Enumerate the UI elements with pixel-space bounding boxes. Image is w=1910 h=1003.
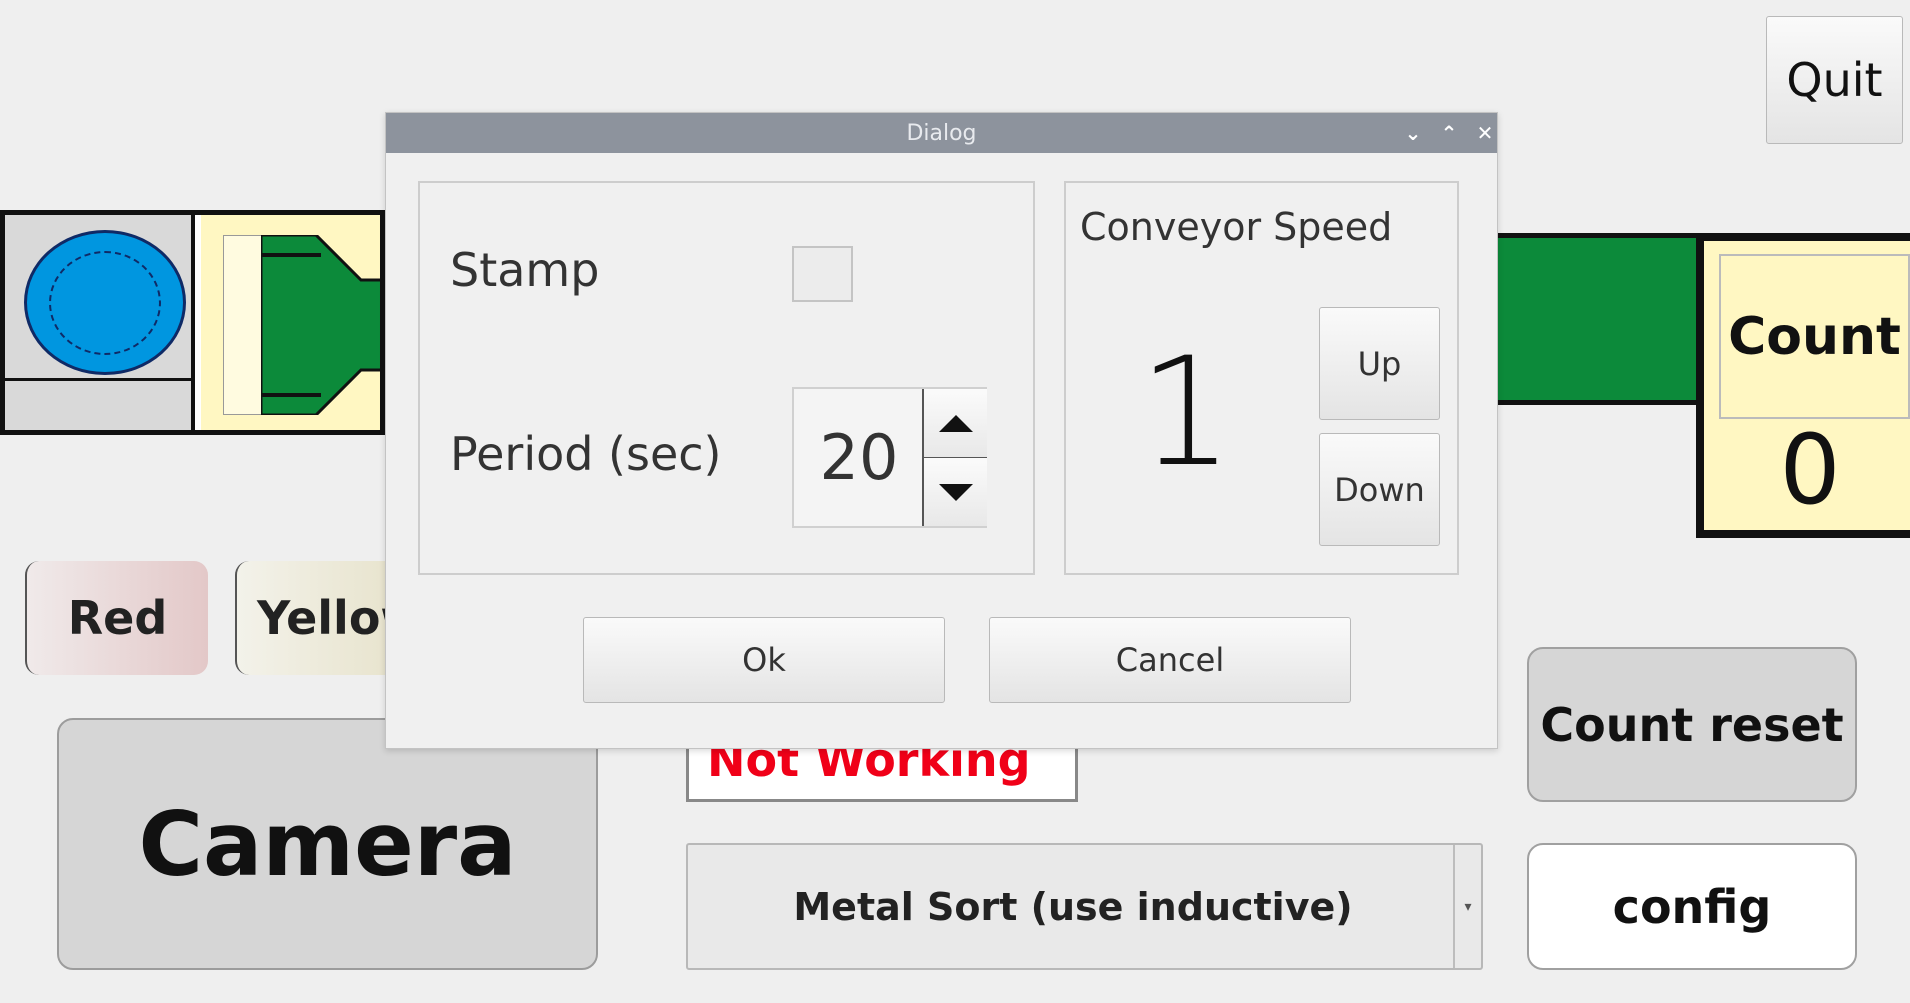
belt-entry — [201, 215, 380, 430]
dialog-titlebar[interactable]: Dialog — [386, 113, 1497, 153]
spin-down-button[interactable] — [922, 457, 987, 526]
conveyor-speed-value: 1 — [1138, 326, 1234, 500]
sensor-station — [5, 215, 195, 430]
arrow-up-icon — [938, 414, 973, 432]
dropdown-arrow-icon[interactable]: ▾ — [1453, 845, 1481, 968]
config-button[interactable]: config — [1527, 843, 1857, 970]
period-label: Period (sec) — [450, 427, 722, 481]
quit-button[interactable]: Quit — [1766, 16, 1903, 144]
period-value[interactable]: 20 — [794, 389, 924, 526]
conveyor-speed-title: Conveyor Speed — [1080, 205, 1393, 249]
stamp-label: Stamp — [450, 243, 600, 297]
camera-button[interactable]: Camera — [57, 718, 598, 970]
part-disc-icon — [24, 230, 186, 375]
speed-down-button[interactable]: Down — [1319, 433, 1440, 546]
part-disc-inner — [49, 251, 161, 355]
count-value: 0 — [1779, 414, 1841, 526]
sort-mode-value: Metal Sort (use inductive) — [793, 884, 1353, 929]
stamp-settings-group: Stamp Period (sec) 20 — [418, 181, 1035, 575]
count-reset-button[interactable]: Count reset — [1527, 647, 1857, 802]
red-sort-button[interactable]: Red — [25, 561, 208, 675]
arrow-down-icon — [938, 483, 973, 501]
count-label: Count — [1719, 254, 1910, 419]
cancel-button[interactable]: Cancel — [989, 617, 1351, 703]
dialog-title: Dialog — [906, 120, 977, 146]
conveyor-left-section — [0, 210, 385, 435]
speed-up-button[interactable]: Up — [1319, 307, 1440, 420]
minimize-icon[interactable]: ⌄ — [1399, 119, 1427, 147]
spin-up-button[interactable] — [922, 389, 987, 458]
stamp-checkbox[interactable] — [792, 246, 853, 302]
sort-mode-select[interactable]: Metal Sort (use inductive) ▾ — [686, 843, 1483, 970]
ok-button[interactable]: Ok — [583, 617, 945, 703]
belt-funnel-icon — [261, 235, 380, 415]
station-divider — [5, 378, 195, 381]
maximize-icon[interactable]: ⌃ — [1435, 119, 1463, 147]
period-spinbox[interactable]: 20 — [792, 387, 987, 528]
settings-dialog: Dialog ⌄ ⌃ ✕ Stamp Period (sec) 20 Conve… — [385, 112, 1498, 749]
close-icon[interactable]: ✕ — [1471, 119, 1499, 147]
conveyor-speed-group: Conveyor Speed 1 Up Down — [1064, 181, 1459, 575]
